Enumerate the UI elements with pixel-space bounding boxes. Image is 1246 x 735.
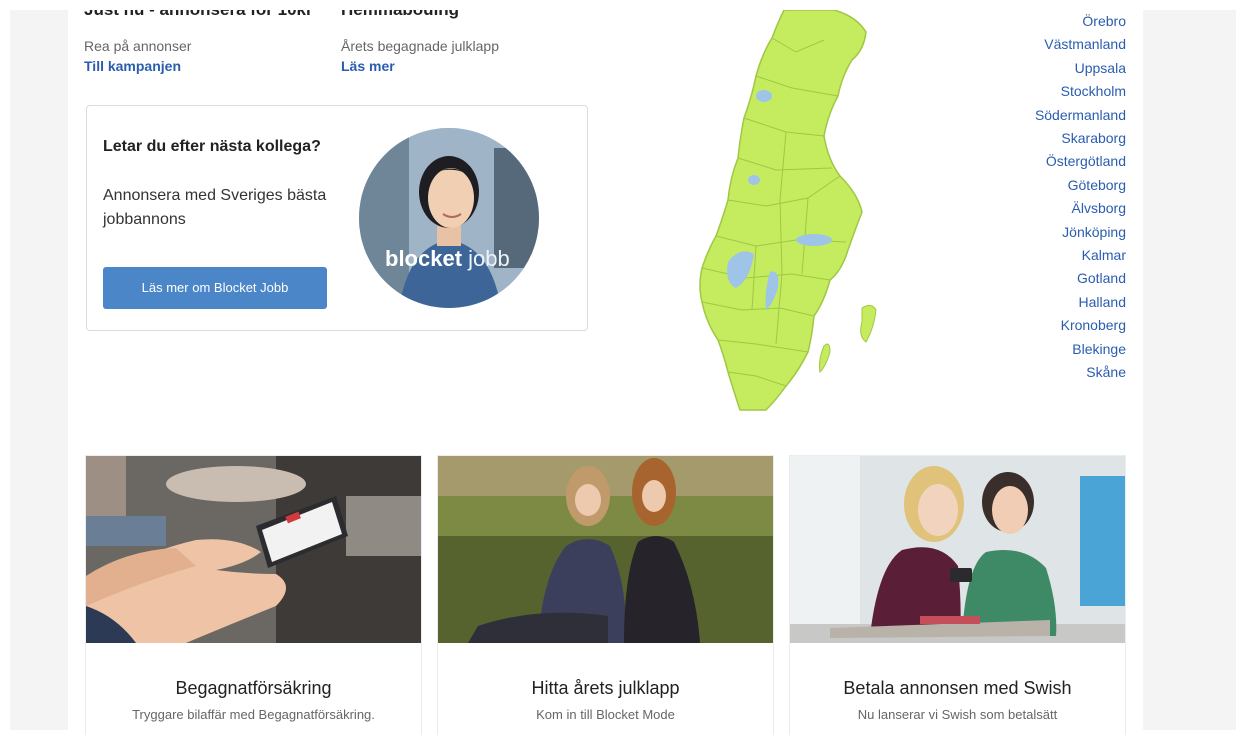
card-title: Betala annonsen med Swish (843, 678, 1072, 698)
region-link[interactable]: Stockholm (1035, 80, 1126, 103)
campaign-link[interactable]: Till kampanjen (84, 58, 324, 74)
swish-card[interactable]: Betala annonsen med Swish Nu lanserar vi… (789, 455, 1126, 735)
promo-title: Just nu - annonsera för 10kr (84, 10, 324, 22)
two-women-park-photo (438, 456, 773, 643)
region-link[interactable]: Uppsala (1035, 57, 1126, 80)
region-link[interactable]: Örebro (1035, 10, 1126, 33)
christmas-gift-card[interactable]: Hitta årets julklapp Kom in till Blocket… (437, 455, 774, 735)
card-subtitle: Nu lanserar vi Swish som betalsätt (857, 707, 1058, 722)
region-link[interactable]: Göteborg (1035, 174, 1126, 197)
sweden-map-graphic (699, 9, 877, 411)
region-link[interactable]: Skåne (1035, 361, 1126, 384)
region-link[interactable]: Kronoberg (1035, 314, 1126, 337)
blocket-jobb-card: Letar du efter nästa kollega? Annonsera … (86, 105, 588, 331)
card-subtitle: Kom in till Blocket Mode (536, 707, 675, 722)
page: Just nu - annonsera för 10kr Rea på anno… (0, 0, 1246, 735)
promo-campaign: Just nu - annonsera för 10kr Rea på anno… (84, 10, 324, 74)
job-card-description: Annonsera med Sveriges bästa jobbannons (103, 187, 327, 228)
region-link[interactable]: Västmanland (1035, 33, 1126, 56)
promo-title: Hemmabouing (341, 10, 581, 22)
region-link[interactable]: Halland (1035, 291, 1126, 314)
region-link[interactable]: Östergötland (1035, 150, 1126, 173)
region-link[interactable]: Skaraborg (1035, 127, 1126, 150)
region-link[interactable]: Gotland (1035, 267, 1126, 290)
region-link[interactable]: Jönköping (1035, 221, 1126, 244)
region-link[interactable]: Kalmar (1035, 244, 1126, 267)
card-title: Begagnatförsäkring (175, 678, 332, 698)
region-list: Örebro Västmanland Uppsala Stockholm Söd… (1035, 10, 1126, 385)
person-illustration (359, 128, 539, 308)
read-more-blocket-jobb-button[interactable]: Läs mer om Blocket Jobb (103, 267, 327, 309)
colleague-photo: blocket jobb (359, 128, 539, 308)
phone-hand-photo (86, 456, 421, 643)
sweden-map[interactable] (696, 9, 886, 414)
promo-christmas: Hemmabouing Årets begagnade julklapp Läs… (341, 10, 581, 74)
card-subtitle: Tryggare bilaffär med Begagnatförsäkring… (132, 707, 375, 722)
region-link[interactable]: Älvsborg (1035, 197, 1126, 220)
read-more-link[interactable]: Läs mer (341, 58, 581, 74)
region-link[interactable]: Södermanland (1035, 104, 1126, 127)
job-card-question: Letar du efter nästa kollega? (103, 138, 321, 155)
insurance-card[interactable]: Begagnatförsäkring Tryggare bilaffär med… (85, 455, 422, 735)
blocket-jobb-logo: blocket jobb (385, 246, 510, 271)
women-phone-photo (790, 456, 1125, 643)
promo-subtitle: Årets begagnade julklapp (341, 38, 500, 54)
card-title: Hitta årets julklapp (531, 678, 680, 698)
promo-subtitle: Rea på annonser (84, 38, 192, 54)
main-content: Just nu - annonsera för 10kr Rea på anno… (68, 9, 1143, 735)
region-link[interactable]: Blekinge (1035, 338, 1126, 361)
